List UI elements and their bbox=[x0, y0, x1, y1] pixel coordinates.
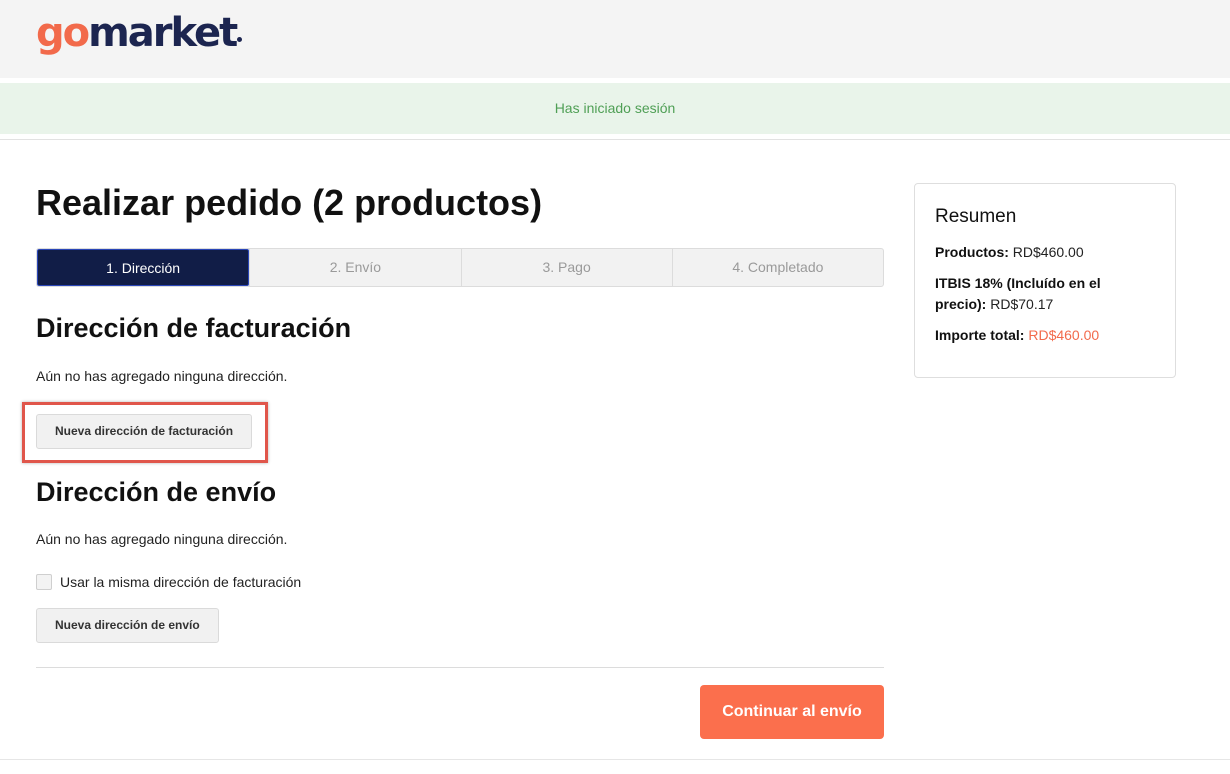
logo-market-text: market bbox=[88, 10, 238, 56]
summary-products-value: RD$460.00 bbox=[1012, 244, 1084, 260]
same-address-label[interactable]: Usar la misma dirección de facturación bbox=[60, 574, 301, 590]
header-divider bbox=[0, 139, 1230, 140]
same-address-row[interactable]: Usar la misma dirección de facturación bbox=[36, 572, 301, 592]
new-billing-address-button[interactable]: Nueva dirección de facturación bbox=[36, 414, 253, 449]
login-flash-message: Has iniciado sesión bbox=[0, 83, 1230, 134]
shipping-empty-note: Aún no has agregado ninguna dirección. bbox=[36, 531, 288, 547]
summary-total-label: Importe total: bbox=[935, 327, 1025, 343]
summary-tax-line: ITBIS 18% (Incluído en el precio): RD$70… bbox=[935, 273, 1155, 315]
page-title: Realizar pedido (2 productos) bbox=[36, 182, 543, 223]
footer-divider bbox=[0, 759, 1230, 760]
logo-go-text: go bbox=[36, 10, 90, 56]
logo-dot bbox=[237, 37, 243, 42]
summary-title: Resumen bbox=[935, 206, 1017, 227]
site-header: gomarket bbox=[0, 0, 1230, 78]
order-summary-card: Resumen Productos: RD$460.00 ITBIS 18% (… bbox=[914, 183, 1176, 378]
actions-divider bbox=[36, 667, 884, 668]
summary-tax-value: RD$70.17 bbox=[990, 296, 1054, 312]
shipping-address-title: Dirección de envío bbox=[36, 477, 277, 507]
step-shipping[interactable]: 2. Envío bbox=[249, 249, 460, 286]
continue-to-shipping-button[interactable]: Continuar al envío bbox=[700, 685, 884, 739]
step-address[interactable]: 1. Dirección bbox=[37, 249, 250, 286]
summary-total-value: RD$460.00 bbox=[1028, 327, 1100, 343]
checkout-steps: 1. Dirección 2. Envío 3. Pago 4. Complet… bbox=[36, 248, 884, 287]
summary-total-line: Importe total: RD$460.00 bbox=[935, 325, 1155, 346]
summary-products-label: Productos: bbox=[935, 244, 1009, 260]
summary-products-line: Productos: RD$460.00 bbox=[935, 242, 1155, 263]
same-address-checkbox[interactable] bbox=[36, 574, 52, 590]
gomarket-logo[interactable]: gomarket bbox=[36, 6, 243, 60]
new-shipping-address-button[interactable]: Nueva dirección de envío bbox=[36, 608, 219, 643]
billing-empty-note: Aún no has agregado ninguna dirección. bbox=[36, 368, 288, 384]
step-payment[interactable]: 3. Pago bbox=[460, 249, 672, 286]
billing-address-title: Dirección de facturación bbox=[36, 313, 352, 343]
step-completed[interactable]: 4. Completado bbox=[671, 249, 883, 286]
